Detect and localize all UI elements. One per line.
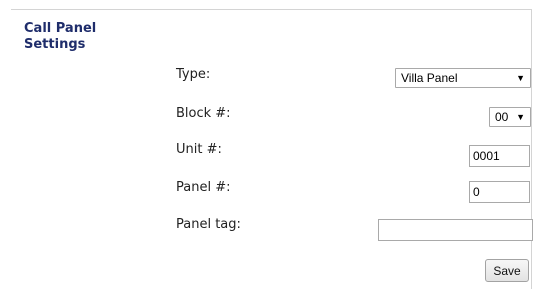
panel-tag-label: Panel tag: bbox=[176, 217, 241, 232]
chevron-down-icon: ▼ bbox=[516, 112, 525, 122]
save-button[interactable]: Save bbox=[485, 259, 529, 282]
chevron-down-icon: ▼ bbox=[516, 73, 525, 83]
block-label: Block #: bbox=[176, 106, 231, 121]
unit-input[interactable]: 0001 bbox=[469, 145, 530, 167]
panel-tag-input[interactable] bbox=[378, 219, 533, 241]
panel-number-input[interactable]: 0 bbox=[469, 181, 530, 203]
section-title: Call Panel Settings bbox=[24, 21, 97, 52]
unit-label: Unit #: bbox=[176, 142, 222, 157]
type-label: Type: bbox=[176, 67, 211, 82]
type-select[interactable]: Villa Panel ▼ bbox=[395, 68, 531, 88]
type-select-value: Villa Panel bbox=[401, 71, 458, 85]
block-select-value: 00 bbox=[495, 110, 509, 124]
panel-number-label: Panel #: bbox=[176, 180, 231, 195]
block-select[interactable]: 00 ▼ bbox=[489, 107, 531, 127]
